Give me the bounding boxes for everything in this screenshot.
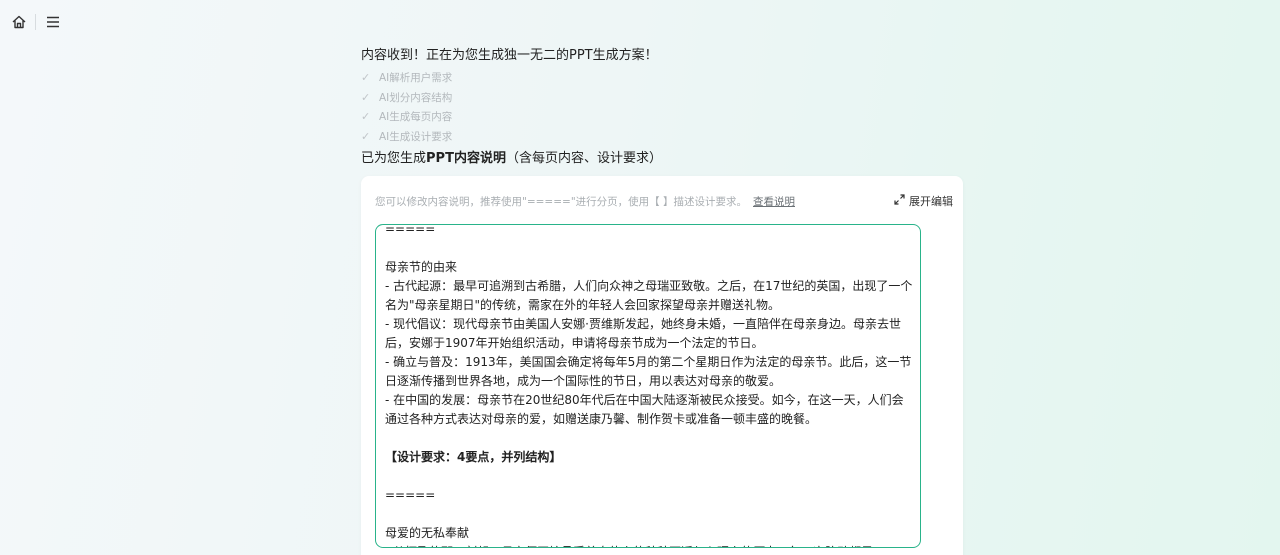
check-icon: ✓ [361,129,371,143]
progress-step: ✓ AI生成每页内容 [361,107,963,127]
progress-step: ✓ AI划分内容结构 [361,88,963,108]
check-icon: ✓ [361,71,371,85]
assistant-message: 内容收到！正在为您生成独一无二的PPT生成方案！ [361,48,658,63]
editor-line: - 现代倡议：现代母亲节由美国人安娜·贾维斯发起，她终身未婚，一直陪伴在母亲身边… [385,317,901,331]
card-hint: 您可以修改内容说明，推荐使用"====="进行分页，使用【 】描述设计要求。 查看… [375,194,949,210]
generated-bold: PPT内容说明 [426,151,506,166]
editor-line: 母爱的无私奉献 [385,526,470,540]
step-label: AI解析用户需求 [379,72,453,85]
step-label: AI生成设计要求 [379,130,453,143]
step-label: AI生成每页内容 [379,111,453,124]
expand-label: 展开编辑 [909,195,953,208]
view-instructions-link[interactable]: 查看说明 [753,196,795,208]
editor-line: ===== [385,488,436,502]
progress-step: ✓ AI生成设计要求 [361,127,963,147]
check-icon: ✓ [361,110,371,124]
top-toolbar [0,0,80,44]
toolbar-divider [35,14,36,30]
chat-content: 内容收到！正在为您生成独一无二的PPT生成方案！ ✓ AI解析用户需求 ✓ AI… [361,46,963,555]
editor-line: - 从怀孕的那一刻起，母亲便开始承受着身体上的种种不适与心理上的压力。每一次胎动… [385,543,912,547]
check-icon: ✓ [361,90,371,104]
editor-line: 母亲节的由来 [385,260,458,274]
generated-suffix: （含每页内容、设计要求） [505,151,662,166]
editor-line: 后，安娜于1907年开始组织活动，申请将母亲节成为一个法定的节日。 [385,336,764,350]
expand-arrows-icon [894,194,905,208]
progress-steps: ✓ AI解析用户需求 ✓ AI划分内容结构 ✓ AI生成每页内容 ✓ AI生成设… [361,68,963,146]
hamburger-menu-icon[interactable] [43,12,63,32]
generated-prefix: 已为您生成 [361,151,427,166]
generated-notice: 已为您生成PPT内容说明（含每页内容、设计要求） [361,149,963,169]
expand-edit-button[interactable]: 展开编辑 [894,193,953,209]
content-outline-card: 您可以修改内容说明，推荐使用"====="进行分页，使用【 】描述设计要求。 查看… [361,176,963,555]
editor-line: 通过各种方式表达对母亲的爱，如赠送康乃馨、制作贺卡或准备一顿丰盛的晚餐。 [385,412,818,426]
content-editor-textarea[interactable]: ===== 母亲节的由来 - 古代起源：最早可追溯到古希腊，人们向众神之母瑞亚致敬。… [375,224,921,548]
step-label: AI划分内容结构 [379,91,453,104]
editor-line: 名为"母亲星期日"的传统，需家在外的年轻人会回家探望母亲并赠送礼物。 [385,298,781,312]
progress-step: ✓ AI解析用户需求 [361,68,963,88]
home-icon[interactable] [9,12,29,32]
hint-text: 您可以修改内容说明，推荐使用"====="进行分页，使用【 】描述设计要求。 [375,196,747,208]
editor-line: - 古代起源：最早可追溯到古希腊，人们向众神之母瑞亚致敬。之后，在17世纪的英国… [385,279,913,293]
editor-lines: ===== 母亲节的由来 - 古代起源：最早可追溯到古希腊，人们向众神之母瑞亚致敬。… [385,224,913,547]
editor-line: ===== [385,224,436,236]
editor-line: - 确立与普及：1913年，美国国会确定将每年5月的第二个星期日作为法定的母亲节… [385,355,912,369]
editor-line: 【设计要求：4要点，并列结构】 [385,450,562,464]
editor-line: 日逐渐传播到世界各地，成为一个国际性的节日，用以表达对母亲的敬爱。 [385,374,782,388]
editor-line: - 在中国的发展：母亲节在20世纪80年代后在中国大陆逐渐被民众接受。如今，在这… [385,393,904,407]
